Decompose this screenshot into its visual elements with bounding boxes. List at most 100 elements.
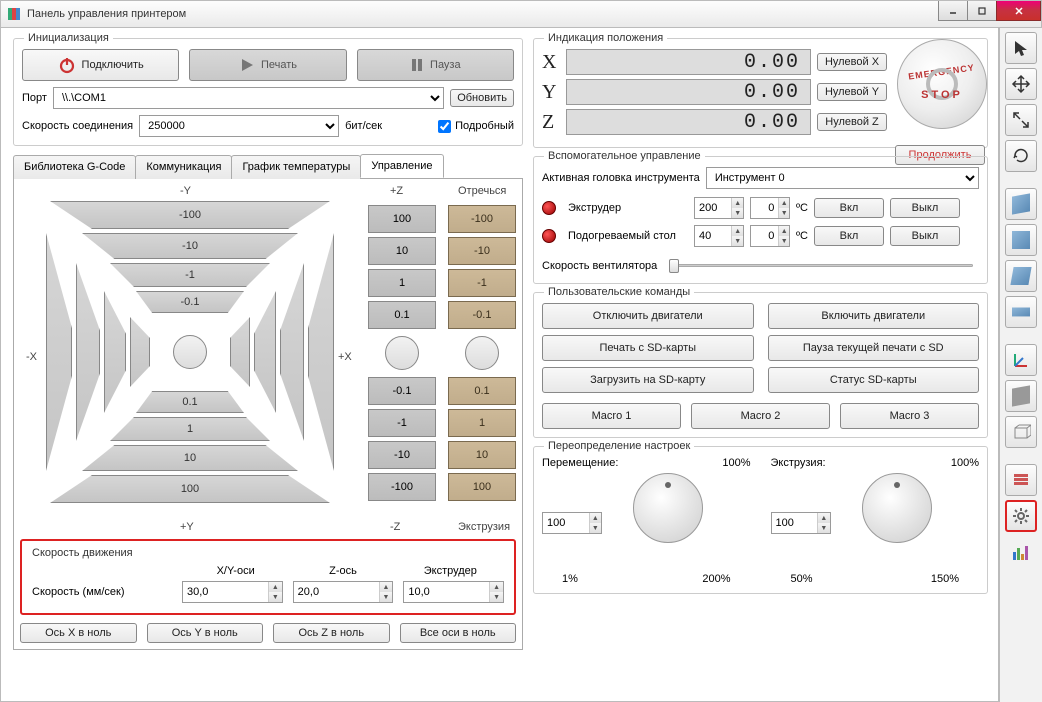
home-y-button[interactable]: Ось Y в ноль — [147, 623, 264, 643]
minimize-button[interactable] — [938, 1, 968, 21]
override-ext-input[interactable]: ▲▼ — [771, 512, 831, 534]
tool-cursor[interactable] — [1005, 32, 1037, 64]
maximize-button[interactable] — [967, 1, 997, 21]
jog-z-1[interactable]: 1 — [368, 269, 436, 297]
zero-y-button[interactable]: Нулевой Y — [817, 83, 887, 101]
tab-control[interactable]: Управление — [360, 154, 443, 178]
extrude-n1[interactable]: -1 — [448, 269, 516, 297]
tool-side-view[interactable] — [1005, 260, 1037, 292]
tool-solid[interactable] — [1005, 380, 1037, 412]
sd-pause-button[interactable]: Пауза текущей печати с SD — [768, 335, 980, 361]
sd-status-button[interactable]: Статус SD-карты — [768, 367, 980, 393]
home-xy-button[interactable] — [173, 335, 207, 369]
tool-axes[interactable] — [1005, 344, 1037, 376]
sd-upload-button[interactable]: Загрузить на SD-карту — [542, 367, 754, 393]
tool-zoom[interactable] — [1005, 104, 1037, 136]
jog-y-p10[interactable]: 10 — [82, 445, 298, 471]
fan-slider[interactable] — [663, 257, 979, 275]
home-all-button[interactable]: Все оси в ноль — [400, 623, 517, 643]
zero-x-button[interactable]: Нулевой X — [817, 53, 887, 71]
motors-off-button[interactable]: Отключить двигатели — [542, 303, 754, 329]
home-x-button[interactable]: Ось X в ноль — [20, 623, 137, 643]
extruder-actual-input[interactable]: ▲▼ — [750, 197, 790, 219]
jog-z-100[interactable]: 100 — [368, 205, 436, 233]
jog-z-10[interactable]: 10 — [368, 237, 436, 265]
jog-z-01[interactable]: 0.1 — [368, 301, 436, 329]
extrude-1[interactable]: 1 — [448, 409, 516, 437]
jog-x-n100[interactable] — [46, 233, 72, 471]
tool-settings[interactable] — [1005, 500, 1037, 532]
jog-y-p01[interactable]: 0.1 — [136, 391, 244, 413]
jog-y-n1[interactable]: -1 — [110, 263, 270, 287]
bed-on-button[interactable]: Вкл — [814, 226, 884, 246]
jog-y-n01[interactable]: -0.1 — [136, 291, 244, 313]
port-select[interactable]: \\.\COM1 — [53, 87, 444, 109]
extrude-n100[interactable]: -100 — [448, 205, 516, 233]
jog-z-n100[interactable]: -100 — [368, 473, 436, 501]
jog-x-p1[interactable] — [254, 291, 276, 413]
window-title: Панель управления принтером — [27, 8, 186, 20]
print-button[interactable]: Печать — [189, 49, 346, 81]
macro-3-button[interactable]: Macro 3 — [840, 403, 979, 429]
extrude-n10[interactable]: -10 — [448, 237, 516, 265]
macro-2-button[interactable]: Macro 2 — [691, 403, 830, 429]
jog-x-p01[interactable] — [230, 317, 250, 387]
bed-target-input[interactable]: ▲▼ — [694, 225, 744, 247]
extrude-stop[interactable] — [465, 336, 499, 370]
jog-x-p100[interactable] — [308, 233, 334, 471]
tool-top-view[interactable] — [1005, 296, 1037, 328]
override-move-dial[interactable] — [608, 473, 728, 573]
verbose-checkbox[interactable]: Подробный — [438, 120, 514, 133]
tool-histogram[interactable] — [1005, 536, 1037, 568]
emergency-stop-button[interactable]: EMERGENCY STOP — [897, 39, 987, 129]
override-move-input[interactable]: ▲▼ — [542, 512, 602, 534]
jog-x-n10[interactable] — [76, 263, 100, 441]
tool-rotate[interactable] — [1005, 140, 1037, 172]
jog-x-n01[interactable] — [130, 317, 150, 387]
tool-layers[interactable] — [1005, 464, 1037, 496]
jog-y-n100[interactable]: -100 — [50, 201, 330, 229]
baud-select[interactable]: 250000 — [139, 115, 339, 137]
toolhead-select[interactable]: Инструмент 0 — [706, 167, 979, 189]
jog-z-n10[interactable]: -10 — [368, 441, 436, 469]
power-icon — [58, 56, 76, 74]
jog-z-n1[interactable]: -1 — [368, 409, 436, 437]
jog-z-n01[interactable]: -0.1 — [368, 377, 436, 405]
tab-gcode[interactable]: Библиотека G-Code — [13, 155, 136, 179]
tool-wireframe[interactable] — [1005, 416, 1037, 448]
zero-z-button[interactable]: Нулевой Z — [817, 113, 887, 131]
unit-c: ºC — [796, 202, 808, 214]
jog-y-p1[interactable]: 1 — [110, 417, 270, 441]
speed-z-input[interactable]: ▲▼ — [293, 581, 394, 603]
bed-off-button[interactable]: Выкл — [890, 226, 960, 246]
extruder-on-button[interactable]: Вкл — [814, 198, 884, 218]
extrude-01[interactable]: 0.1 — [448, 377, 516, 405]
macro-1-button[interactable]: Macro 1 — [542, 403, 681, 429]
extrude-n01[interactable]: -0.1 — [448, 301, 516, 329]
pause-button[interactable]: Пауза — [357, 49, 514, 81]
motors-on-button[interactable]: Включить двигатели — [768, 303, 980, 329]
close-button[interactable] — [996, 1, 1041, 21]
extruder-target-input[interactable]: ▲▼ — [694, 197, 744, 219]
speed-e-input[interactable]: ▲▼ — [403, 581, 504, 603]
jog-y-n10[interactable]: -10 — [82, 233, 298, 259]
sd-print-button[interactable]: Печать с SD-карты — [542, 335, 754, 361]
jog-y-p100[interactable]: 100 — [50, 475, 330, 503]
tab-comm[interactable]: Коммуникация — [135, 155, 232, 179]
home-z-axis-button[interactable]: Ось Z в ноль — [273, 623, 390, 643]
jog-x-p10[interactable] — [280, 263, 304, 441]
tool-iso-view[interactable] — [1005, 188, 1037, 220]
override-ext-dial[interactable] — [837, 473, 957, 573]
extrude-10[interactable]: 10 — [448, 441, 516, 469]
home-z-button[interactable] — [385, 336, 419, 370]
bed-actual-input[interactable]: ▲▼ — [750, 225, 790, 247]
refresh-button[interactable]: Обновить — [450, 89, 514, 107]
connect-button[interactable]: Подключить — [22, 49, 179, 81]
tab-temp[interactable]: График температуры — [231, 155, 361, 179]
tool-front-view[interactable] — [1005, 224, 1037, 256]
speed-xy-input[interactable]: ▲▼ — [182, 581, 283, 603]
extruder-off-button[interactable]: Выкл — [890, 198, 960, 218]
jog-x-n1[interactable] — [104, 291, 126, 413]
tool-move[interactable] — [1005, 68, 1037, 100]
extrude-100[interactable]: 100 — [448, 473, 516, 501]
